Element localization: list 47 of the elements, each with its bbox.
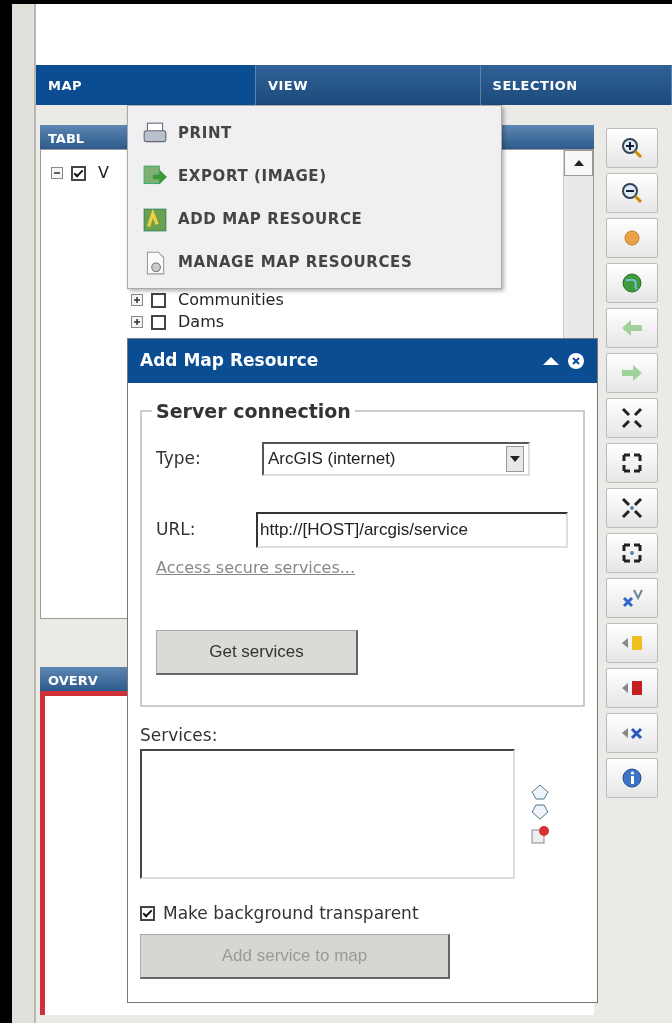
menu-item[interactable]: EXPORT (IMAGE)	[142, 155, 327, 198]
zoom-out-icon	[620, 181, 644, 205]
toolbar-button[interactable]	[606, 128, 658, 168]
layer-checkbox[interactable]	[71, 165, 86, 181]
layer-checkbox[interactable]	[151, 314, 166, 330]
toolbar-button[interactable]	[606, 488, 658, 528]
down-icon[interactable]	[531, 803, 549, 820]
arrows-out-icon	[620, 541, 644, 565]
button[interactable]: Get services	[156, 630, 358, 675]
toolbar-button[interactable]	[606, 398, 658, 438]
zoom-in-icon	[620, 136, 644, 160]
layer-label: Communities	[178, 289, 284, 311]
menu-tab[interactable]: MAP	[36, 65, 256, 105]
expander-icon[interactable]	[51, 167, 63, 179]
arrows-in-icon	[620, 496, 644, 520]
up-icon[interactable]	[531, 783, 549, 800]
up-arrow-icon	[573, 160, 584, 166]
collapse-icon[interactable]	[543, 355, 559, 367]
layer-label: Dams	[178, 311, 225, 333]
arrows-out-icon	[620, 451, 644, 475]
menu-item[interactable]: MANAGE MAP RESOURCES	[142, 241, 413, 284]
field-label: URL:	[156, 517, 197, 541]
checkbox-label: Make background transparent	[163, 901, 419, 925]
globe-icon	[620, 271, 644, 295]
expander-icon[interactable]	[131, 294, 143, 306]
toolbar-button[interactable]	[606, 173, 658, 213]
services-list[interactable]	[140, 748, 515, 879]
info-icon	[620, 766, 644, 790]
field-label: Services:	[140, 724, 219, 747]
toolbar-button[interactable]	[606, 533, 658, 573]
toolbar-button[interactable]	[606, 443, 658, 483]
layer-label: V	[98, 162, 109, 184]
url-field[interactable]: http://[HOST]/arcgis/service	[256, 511, 568, 548]
caret-icon	[510, 455, 520, 462]
expander-icon[interactable]	[131, 316, 143, 328]
menu-item[interactable]: ADD MAP RESOURCE	[142, 198, 363, 241]
dialog-title: Add Map Resource	[140, 349, 320, 373]
link[interactable]: Access secure services...	[156, 555, 356, 580]
toolbar-button[interactable]	[606, 713, 658, 753]
layer-checkbox[interactable]	[151, 292, 166, 308]
remove-icon[interactable]	[531, 823, 551, 844]
field-label: Type:	[156, 446, 202, 470]
arrows-in-icon	[620, 406, 644, 430]
type-dropdown[interactable]: ArcGIS (internet)	[262, 441, 530, 476]
checkbox[interactable]	[140, 905, 155, 921]
close-icon[interactable]	[567, 352, 585, 370]
group-title: Server connection	[155, 399, 352, 424]
